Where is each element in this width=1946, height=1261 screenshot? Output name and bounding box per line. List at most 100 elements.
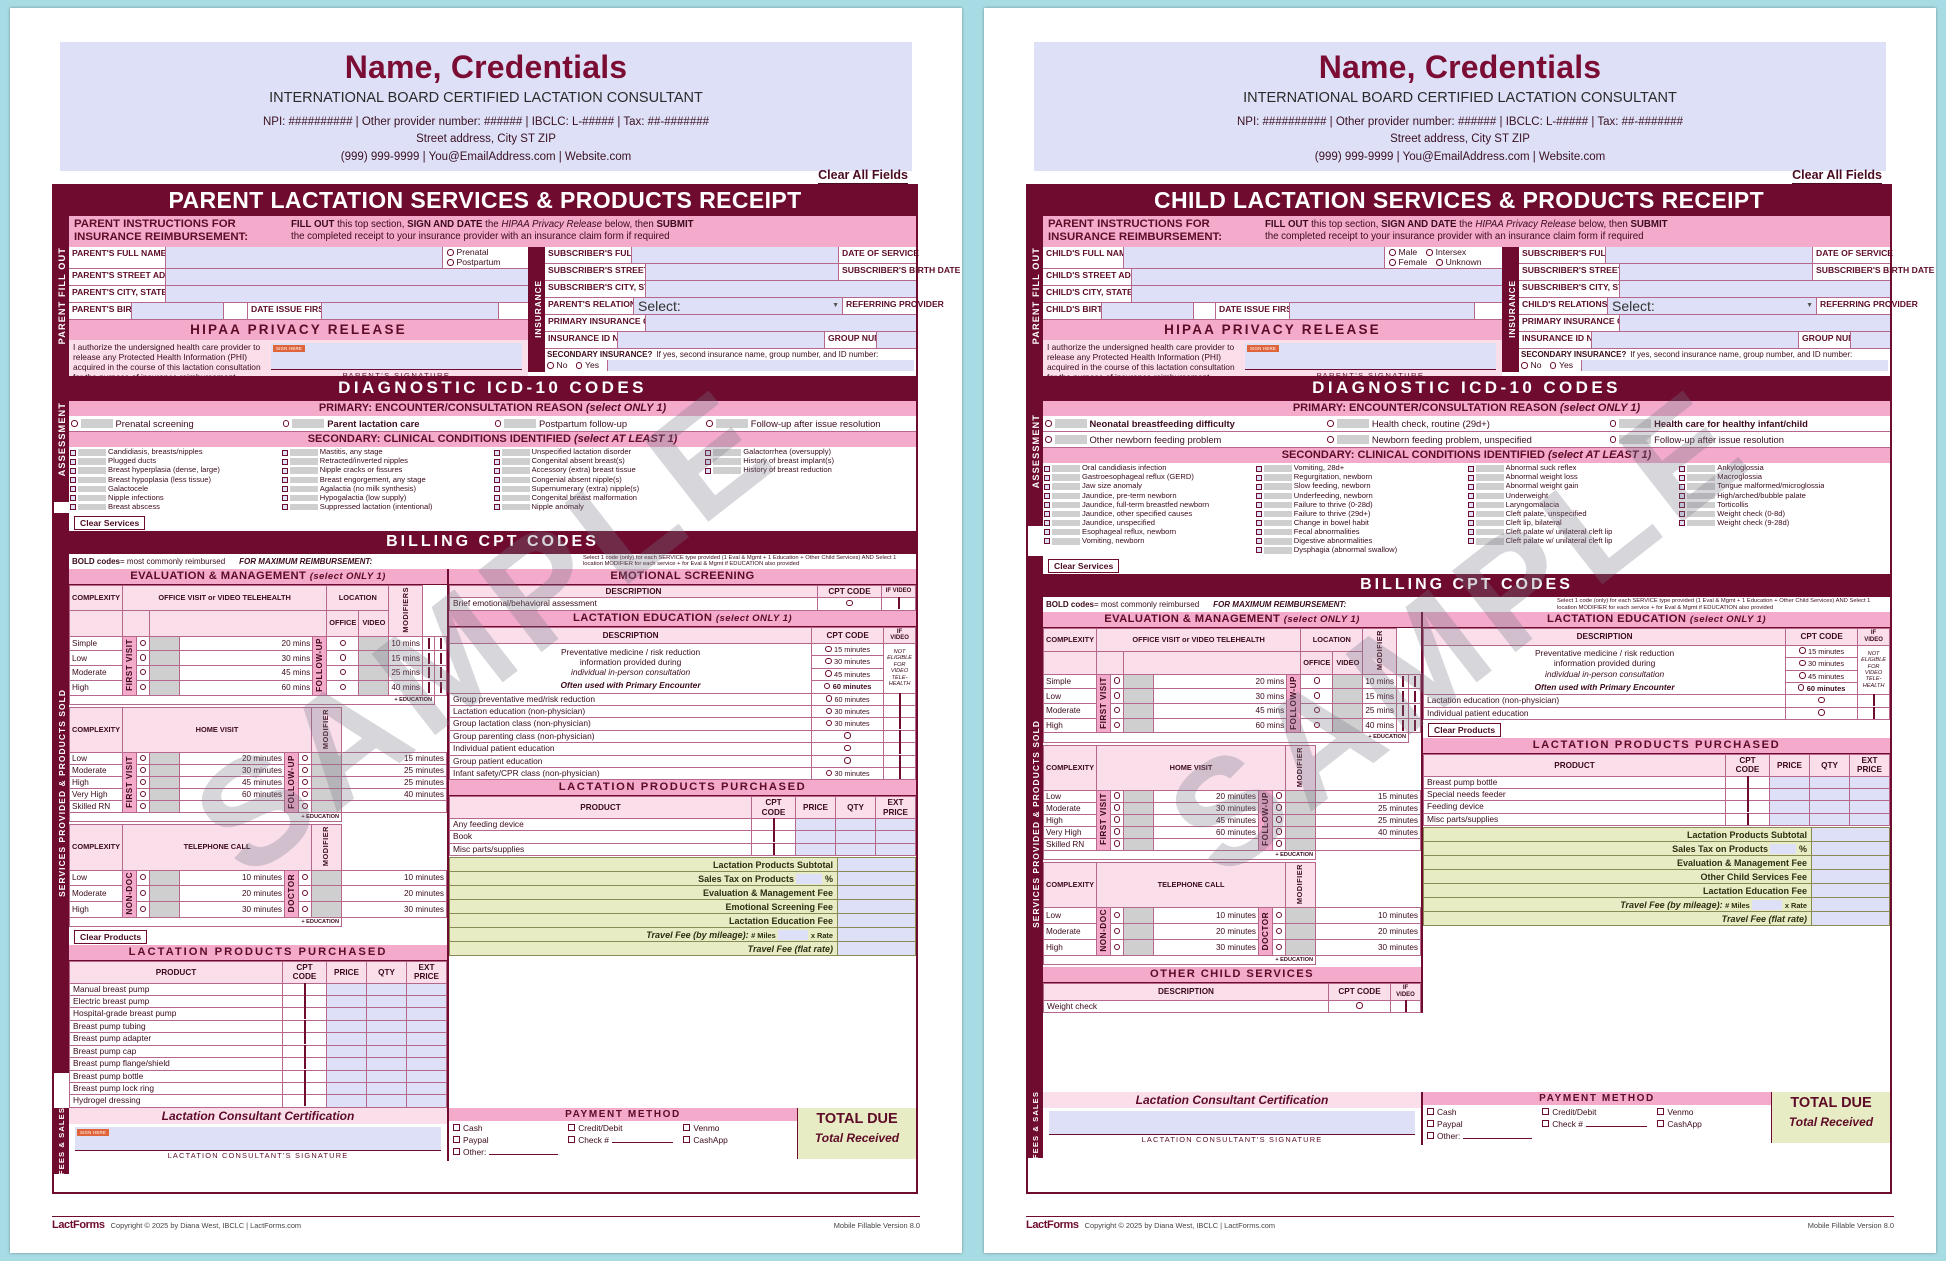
parent-signature-wrap[interactable]: SIGN HERE PARENT'S SIGNATURE xyxy=(265,340,528,386)
primary-radio-3[interactable] xyxy=(706,420,713,427)
video-checkbox[interactable] xyxy=(1413,690,1416,702)
condition-checkbox[interactable] xyxy=(1467,520,1474,527)
condition-row[interactable]: Cleft palate w/ unilateral cleft lip xyxy=(1467,528,1679,537)
condition-row[interactable]: Galactocele xyxy=(69,484,281,493)
consultant-signature-box[interactable]: SIGN HERE xyxy=(75,1126,441,1151)
condition-row[interactable]: Regurgitation, newborn xyxy=(1255,473,1467,482)
product-price[interactable] xyxy=(326,1069,367,1083)
follow-up-radio[interactable] xyxy=(301,754,309,762)
service-ifvideo-cell[interactable] xyxy=(883,767,916,781)
condition-row[interactable]: Candidiasis, breasts/nipples xyxy=(69,448,281,457)
follow-up-radio[interactable] xyxy=(301,889,309,897)
product-qty[interactable] xyxy=(366,1032,407,1046)
condition-checkbox[interactable] xyxy=(1044,474,1050,481)
first-visit-radio-cell[interactable] xyxy=(136,901,151,919)
postpartum-radio[interactable] xyxy=(447,259,454,266)
date-issue-input[interactable] xyxy=(321,303,498,320)
service-cpt-cell[interactable] xyxy=(811,742,885,756)
product-checkbox[interactable] xyxy=(303,1069,306,1082)
product-qty[interactable] xyxy=(366,1081,407,1096)
first-visit-radio-cell[interactable] xyxy=(136,679,151,696)
parent-name-input[interactable] xyxy=(165,246,442,269)
child-prev-med-time-2[interactable]: 45 minutes xyxy=(1785,669,1859,683)
education-modifier-row[interactable]: + EDUCATION xyxy=(1043,732,1421,743)
condition-row[interactable]: Breast engorgement, any stage xyxy=(281,475,493,484)
child-parent-signature-box[interactable]: SIGN HERE xyxy=(1245,343,1496,371)
condition-row[interactable]: Jaundice, full-term breastfed newborn xyxy=(1043,500,1255,509)
service-ifvideo-checkbox[interactable] xyxy=(898,754,901,767)
condition-row[interactable]: Change in bowel habit xyxy=(1255,519,1467,528)
service-ifvideo-checkbox[interactable] xyxy=(898,767,901,780)
prev-med-time-0[interactable]: 15 minutes xyxy=(811,642,885,657)
first-visit-radio[interactable] xyxy=(139,766,147,774)
office-checkbox[interactable] xyxy=(1401,720,1404,732)
secondary-insurance-input[interactable] xyxy=(607,359,914,371)
product-qty[interactable] xyxy=(366,1069,407,1083)
follow-up-radio[interactable] xyxy=(301,873,309,881)
product-qty[interactable] xyxy=(1809,800,1850,814)
product-ext-price[interactable] xyxy=(406,1007,447,1021)
product-checkbox[interactable] xyxy=(303,1044,306,1057)
product-price[interactable] xyxy=(1769,800,1810,814)
payment-method-item[interactable]: Credit/Debit xyxy=(1542,1107,1647,1117)
condition-row[interactable]: Breast hypoplasia (less tissue) xyxy=(69,475,281,484)
product-checkbox[interactable] xyxy=(303,982,306,995)
video-checkbox[interactable] xyxy=(439,667,442,679)
product-cpt-cell[interactable] xyxy=(1725,787,1770,802)
office-checkbox-cell[interactable] xyxy=(422,635,435,652)
payment-checkbox[interactable] xyxy=(1657,1120,1665,1128)
first-visit-radio[interactable] xyxy=(1113,692,1121,699)
group-number-input[interactable] xyxy=(876,331,916,348)
product-cpt-cell[interactable] xyxy=(282,1044,327,1059)
child-primary-radio[interactable] xyxy=(1609,420,1617,427)
clear-all-fields-button[interactable]: Clear All Fields xyxy=(818,168,908,184)
product-ext-price[interactable] xyxy=(875,842,916,857)
service-ifvideo-cell[interactable] xyxy=(883,717,916,731)
condition-checkbox[interactable] xyxy=(70,495,76,502)
video-checkbox-cell[interactable] xyxy=(434,650,447,667)
child-date-issue-input[interactable] xyxy=(1289,303,1474,320)
product-ext-price[interactable] xyxy=(1849,812,1890,827)
first-visit-radio-cell[interactable] xyxy=(136,788,151,802)
condition-row[interactable]: History of breast reduction xyxy=(704,466,916,475)
first-visit-radio[interactable] xyxy=(139,802,147,810)
first-visit-radio[interactable] xyxy=(1113,828,1121,835)
condition-checkbox[interactable] xyxy=(1255,501,1262,508)
payment-method-item[interactable]: Cash xyxy=(1427,1107,1532,1117)
condition-row[interactable]: Weight check (9-28d) xyxy=(1678,519,1890,528)
condition-row[interactable]: Nipple anomaly xyxy=(493,503,705,512)
child-city-input[interactable] xyxy=(1131,286,1502,303)
condition-row[interactable]: Plugged ducts xyxy=(69,457,281,466)
unknown-radio[interactable] xyxy=(1436,259,1443,266)
condition-checkbox[interactable] xyxy=(281,485,288,492)
first-visit-radio-cell[interactable] xyxy=(1110,923,1125,941)
service-ifvideo-cell[interactable] xyxy=(883,742,916,756)
child-group-number-input[interactable] xyxy=(1850,331,1890,348)
condition-row[interactable]: Ankyloglossia xyxy=(1678,464,1890,473)
follow-up-radio[interactable] xyxy=(1275,911,1283,919)
condition-row[interactable]: Tongue malformed/microglossia xyxy=(1678,482,1890,491)
total-value[interactable] xyxy=(837,857,916,873)
condition-row[interactable]: Retracted/inverted nipples xyxy=(281,457,493,466)
condition-checkbox[interactable] xyxy=(1467,465,1474,472)
total-value[interactable] xyxy=(837,871,916,887)
condition-row[interactable]: Suppressed lactation (intentional) xyxy=(281,503,493,512)
child-insurance-id-input[interactable] xyxy=(1591,331,1798,348)
child-clear-services-button[interactable]: Clear Services xyxy=(1048,558,1120,573)
payment-method-item[interactable]: CashApp xyxy=(683,1135,788,1145)
condition-row[interactable]: Agalactia (no milk synthesis) xyxy=(281,484,493,493)
clear-all-fields-button-child[interactable]: Clear All Fields xyxy=(1792,168,1882,184)
video-checkbox[interactable] xyxy=(439,682,442,694)
payment-checkbox[interactable] xyxy=(1542,1120,1550,1128)
prev-med-radio-1[interactable] xyxy=(825,657,832,665)
product-qty[interactable] xyxy=(366,1007,407,1021)
video-checkbox[interactable] xyxy=(439,652,442,664)
product-qty[interactable] xyxy=(1809,787,1850,802)
condition-row[interactable]: Nipple cracks or fissures xyxy=(281,466,493,475)
child-clear-products-button[interactable]: Clear Products xyxy=(1428,723,1502,738)
child-travel-mileage-value[interactable] xyxy=(1811,897,1890,913)
service-ifvideo-checkbox[interactable] xyxy=(898,717,901,730)
condition-checkbox[interactable] xyxy=(1044,520,1050,527)
service-select[interactable] xyxy=(1356,1002,1363,1009)
video-checkbox-cell[interactable] xyxy=(1408,673,1421,690)
